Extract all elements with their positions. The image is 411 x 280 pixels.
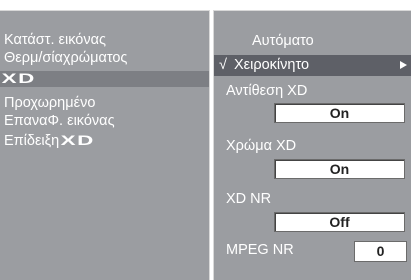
color-xd-value[interactable]: On	[274, 159, 405, 179]
xd-nr-value[interactable]: Off	[274, 212, 405, 232]
xd-logo-icon: XD	[60, 132, 96, 148]
contrast-xd-label: Αντίθεση XD	[226, 83, 308, 99]
menu-item-reset-picture[interactable]: ΕπαναΦ. εικόνας	[4, 113, 115, 130]
menu-item-label: Θερμ/σίαχρώματος	[4, 50, 128, 66]
picture-menu-panel: Κατάστ. εικόνας Θερμ/σίαχρώματος XD Προχ…	[0, 10, 210, 280]
menu-item-color-temperature[interactable]: Θερμ/σίαχρώματος	[4, 50, 127, 67]
option-auto[interactable]: Αυτόματο	[252, 33, 314, 50]
menu-item-label: Κατάστ. εικόνας	[4, 32, 106, 48]
menu-item-label: Προχωρημένο	[4, 95, 96, 111]
menu-item-advanced[interactable]: Προχωρημένο	[4, 95, 95, 112]
color-xd-label: Χρώμα XD	[226, 138, 297, 154]
menu-item-xd[interactable]: XD	[1, 70, 36, 88]
menu-item-demo[interactable]: Επίδειξη XD	[4, 132, 95, 150]
mpeg-nr-value[interactable]: 0	[354, 241, 407, 262]
menu-item-label: ΕπαναΦ. εικόνας	[4, 113, 115, 129]
contrast-xd-value[interactable]: On	[274, 103, 405, 123]
menu-item-label: Επίδειξη	[4, 133, 60, 149]
submenu-arrow-icon	[400, 61, 407, 69]
xd-submenu-panel: Αυτόματο √ Χειροκίνητο Αντίθεση XD On Χρ…	[213, 10, 411, 280]
mpeg-nr-label: MPEG NR	[226, 242, 294, 258]
menu-item-picture-mode[interactable]: Κατάστ. εικόνας	[4, 32, 106, 49]
tv-osd-menu: Κατάστ. εικόνας Θερμ/σίαχρώματος XD Προχ…	[0, 0, 411, 280]
xd-logo-icon: XD	[1, 70, 36, 86]
option-manual-label: Χειροκίνητο	[234, 57, 310, 73]
xd-nr-label: XD NR	[226, 191, 272, 207]
check-mark-icon: √	[219, 57, 227, 73]
option-auto-label: Αυτόματο	[252, 33, 314, 49]
